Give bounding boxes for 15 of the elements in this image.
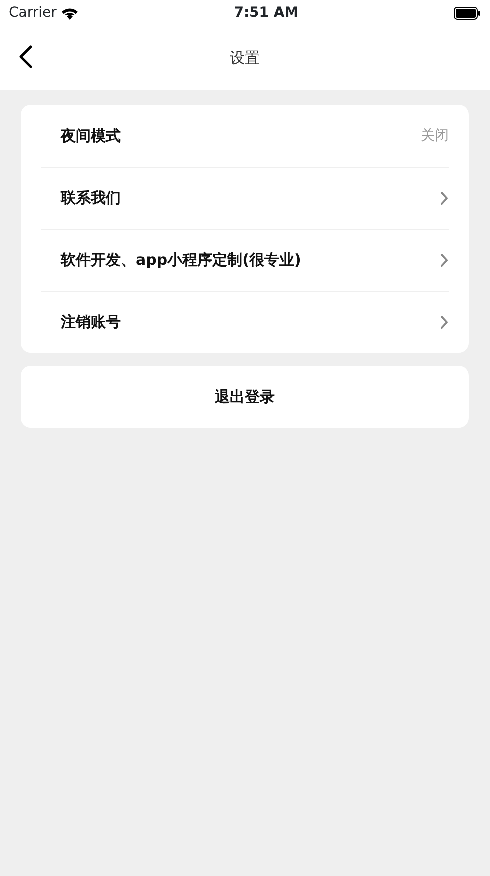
- carrier-label: Carrier: [9, 4, 57, 22]
- logout-button[interactable]: 退出登录: [21, 366, 469, 428]
- clock-time: 7:51 AM: [234, 4, 299, 22]
- setting-label[interactable]: 联系我们: [61, 187, 121, 210]
- chevron-icon: [440, 191, 449, 206]
- setting-label[interactable]: 注销账号: [61, 311, 121, 334]
- back-icon[interactable]: [18, 45, 34, 69]
- chevron-icon: [440, 253, 449, 268]
- battery-icon: [454, 6, 481, 20]
- setting-value: 关闭: [421, 126, 449, 146]
- setting-label[interactable]: 软件开发、app小程序定制(很专业): [61, 249, 302, 272]
- page-title: 设置: [230, 48, 260, 69]
- chevron-icon: [440, 315, 449, 330]
- setting-label[interactable]: 夜间模式: [61, 124, 121, 148]
- wifi-icon: [60, 6, 79, 20]
